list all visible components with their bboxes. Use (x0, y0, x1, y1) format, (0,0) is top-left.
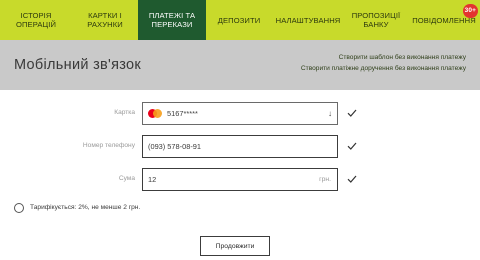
nav-item-label: Пропозиції банку (351, 11, 401, 29)
phone-value: (093) 578-08-91 (148, 142, 202, 151)
page-header: Мобільний зв'язок Створити шаблон без ви… (0, 40, 480, 90)
nav-item-offers[interactable]: Пропозиції банку (344, 0, 408, 40)
nav-item-notifications[interactable]: Повідомлення 30+ (408, 0, 480, 40)
nav-item-settings[interactable]: Налаштування (272, 0, 344, 40)
card-label: Картка (114, 109, 135, 116)
create-template-link[interactable]: Створити шаблон без виконання платежу (301, 52, 466, 63)
phone-check-icon (347, 141, 357, 151)
mastercard-icon (148, 109, 162, 118)
currency-label: грн. (319, 176, 331, 183)
top-nav: Історія операцій Картки і рахунки Платеж… (0, 0, 480, 40)
nav-item-label: Налаштування (275, 15, 341, 25)
nav-item-deposits[interactable]: Депозити (206, 0, 272, 40)
card-select[interactable]: 5167***** ↓ (142, 102, 338, 125)
tariff-text: Тарифікується: 2%, не менше 2 грн. (30, 204, 141, 211)
nav-item-label: Історія операцій (15, 11, 57, 29)
phone-input[interactable]: (093) 578-08-91 (142, 135, 338, 158)
nav-item-label: Картки і рахунки (87, 11, 123, 29)
amount-value: 12 (148, 175, 157, 184)
phone-label: Номер телефону (82, 142, 135, 149)
card-check-icon (347, 108, 357, 118)
nav-item-payments[interactable]: Платежі та перекази (138, 0, 206, 40)
notification-count-badge: 30+ (462, 4, 478, 18)
amount-input[interactable]: 12 грн. (142, 168, 338, 191)
create-payment-order-link[interactable]: Створити платіжне доручення без виконанн… (301, 63, 466, 74)
nav-item-label: Платежі та перекази (148, 11, 196, 29)
nav-item-cards[interactable]: Картки і рахунки (72, 0, 138, 40)
card-number-value: 5167***** (167, 109, 198, 118)
dropdown-arrow-icon[interactable]: ↓ (328, 109, 332, 118)
page-title: Мобільний зв'язок (14, 57, 142, 73)
nav-item-label: Депозити (217, 15, 261, 25)
nav-item-history[interactable]: Історія операцій (0, 0, 72, 40)
amount-label: Сума (118, 175, 135, 182)
tariff-radio[interactable] (14, 203, 24, 213)
continue-button[interactable]: Продовжити (200, 236, 270, 256)
header-links: Створити шаблон без виконання платежу Ст… (301, 52, 466, 74)
amount-check-icon (347, 174, 357, 184)
